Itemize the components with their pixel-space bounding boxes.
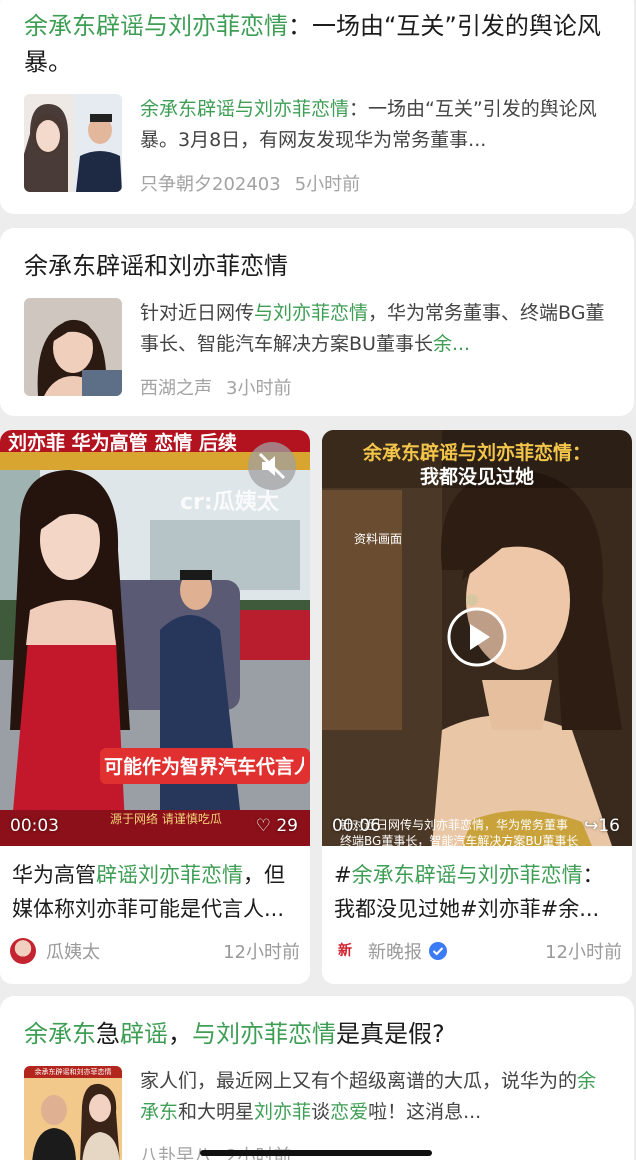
result-title[interactable]: 余承东辟谣与刘亦菲恋情：一场由“互关”引发的舆论风暴。 [24,8,614,80]
video-disclaimer: 源于网络 请谨慎吃瓜 [110,812,222,826]
result-thumbnail[interactable] [24,298,122,396]
result-snippet: 针对近日网传与刘亦菲恋情，华为常务董事、终端BG董事长、智能汽车解决方案BU董事… [140,302,605,355]
result-card-3[interactable]: 余承东急辟谣，与刘亦菲恋情是真是假? 余承东辟谣和刘亦菲恋情 家人们，最近网上又… [0,996,634,1160]
video-watermark: 资料画面 [354,532,403,546]
publish-time: 5小时前 [294,174,361,195]
thumbnail-caption: 余承东辟谣和刘亦菲恋情 [34,1068,112,1076]
heart-icon: ♡ [255,816,271,836]
video-banner-line-1: 余承东辟谣与刘亦菲恋情： [362,442,591,464]
home-indicator[interactable] [200,1150,432,1156]
video-thumbnail[interactable]: 刘亦菲 华为高管 恋情 后续 cr:瓜姨太 可能作为智界汽车代言人 源于网络 请… [0,430,310,846]
mute-icon[interactable] [248,442,296,490]
result-meta: 只争朝夕202403 5小时前 [140,170,614,196]
result-snippet: 家人们，最近网上又有个超级离谱的大瓜，说华为的余承东和大明星刘亦菲谈恋爱啦！这消… [140,1070,597,1123]
verified-icon [428,941,448,961]
publish-time: 3小时前 [226,378,292,399]
result-title[interactable]: 余承东急辟谣，与刘亦菲恋情是真是假? [24,1016,614,1052]
result-card-2[interactable]: 余承东辟谣和刘亦菲恋情 针对近日网传与刘亦菲恋情，华为常务董事、终端BG董事长、… [0,228,634,416]
video-title[interactable]: 华为高管辟谣刘亦菲恋情，但媒体称刘亦菲可能是代言人... [12,858,302,926]
avatar[interactable]: 新 [332,938,358,964]
source-name[interactable]: 西湖之声 [140,378,212,399]
result-thumbnail[interactable] [24,94,122,192]
video-meta: 新 新晚报 12小时前 [332,936,622,966]
video-thumbnail[interactable]: 余承东辟谣与刘亦菲恋情： 我都没见过她 资料画面 针对近日网传与刘亦菲恋情，华为… [322,430,632,846]
play-icon[interactable] [446,606,508,668]
result-thumbnail[interactable]: 余承东辟谣和刘亦菲恋情 [24,1066,122,1160]
like-count: ↪16 [584,816,620,836]
publish-time: 12小时前 [223,942,300,963]
result-title[interactable]: 余承东辟谣和刘亦菲恋情 [24,248,614,284]
video-duration: 00:03 [10,816,59,836]
avatar[interactable] [10,938,36,964]
video-banner-line-2: 我都没见过她 [419,466,534,488]
video-caption: 可能作为智界汽车代言人 [104,756,304,778]
video-meta: 瓜姨太 12小时前 [10,936,300,966]
result-meta: 西湖之声 3小时前 [140,374,614,400]
video-card-2[interactable]: 余承东辟谣与刘亦菲恋情： 我都没见过她 资料画面 针对近日网传与刘亦菲恋情，华为… [322,430,632,984]
video-card-1[interactable]: 刘亦菲 华为高管 恋情 后续 cr:瓜姨太 可能作为智界汽车代言人 源于网络 请… [0,430,310,984]
share-icon: ↪ [584,816,599,836]
publish-time: 12小时前 [545,942,622,963]
source-name[interactable]: 新晚报 [368,938,422,964]
video-duration: 00:06 [332,816,381,836]
result-snippet: 余承东辟谣与刘亦菲恋情：一场由“互关”引发的舆论风暴。3月8日，有网友发现华为常… [140,98,597,151]
source-name[interactable]: 瓜姨太 [46,938,100,964]
result-card-1[interactable]: 余承东辟谣与刘亦菲恋情：一场由“互关”引发的舆论风暴。 余承东辟谣与刘亦菲恋情：… [0,0,634,214]
video-title[interactable]: #余承东辟谣与刘亦菲恋情：我都没见过她#刘亦菲#余... [334,858,624,926]
source-name[interactable]: 只争朝夕202403 [140,174,281,195]
like-count: ♡ 29 [255,816,298,836]
